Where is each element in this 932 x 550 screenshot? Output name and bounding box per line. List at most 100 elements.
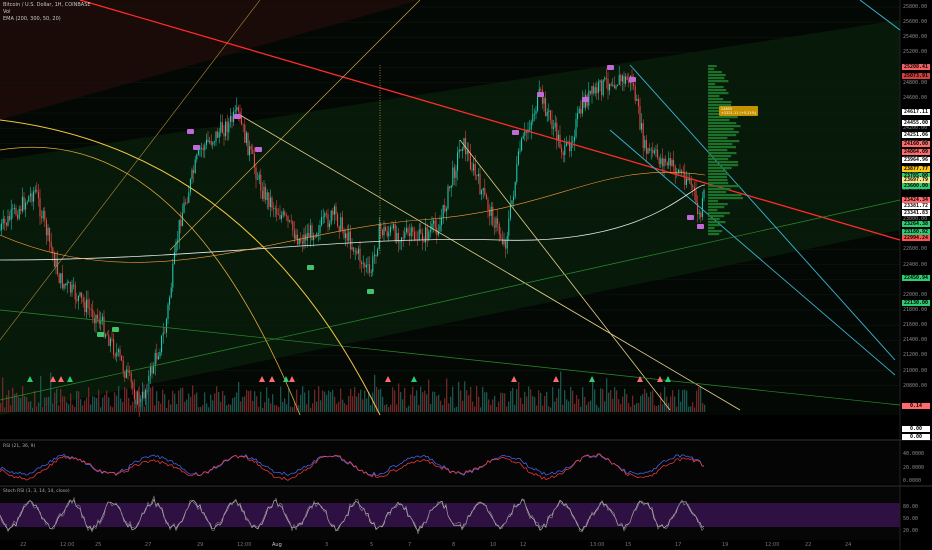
candle-body	[132, 382, 134, 389]
volume-bar	[314, 389, 316, 412]
rsi-tick-2: 0.0000	[903, 478, 922, 484]
candle-body	[100, 320, 102, 324]
candle-body	[109, 338, 111, 346]
candle-body	[607, 78, 609, 91]
volume-bar	[650, 391, 652, 412]
time-tick: 13:00	[590, 542, 605, 548]
volume-bar	[196, 392, 198, 412]
volume-bar	[442, 404, 444, 412]
volume-bar	[356, 396, 358, 412]
volume-bar	[188, 393, 190, 412]
volume-profile-bar	[708, 86, 724, 89]
candle-body	[674, 166, 676, 174]
candle-body	[282, 211, 284, 216]
volume-bar	[340, 388, 342, 412]
time-tick: 8	[452, 542, 456, 548]
volume-bar	[264, 402, 266, 412]
volume-bar	[592, 377, 594, 412]
volume-bar	[628, 403, 630, 412]
volume-bar	[566, 399, 568, 412]
volume-bar	[690, 406, 692, 412]
volume-bar	[558, 388, 560, 412]
candle-body	[658, 157, 660, 165]
signal-label	[582, 97, 589, 102]
candle-body	[413, 232, 415, 240]
volume-bar	[68, 404, 70, 412]
time-tick: 12	[520, 542, 527, 548]
signal-label	[512, 130, 519, 135]
candle-body	[229, 116, 231, 122]
candle-body	[169, 297, 171, 305]
price-tick: 22000.00	[903, 291, 928, 298]
signal-label	[97, 332, 104, 337]
price-tick: 25800.00	[903, 4, 928, 10]
volume-bar	[704, 404, 706, 412]
volume-bar	[464, 381, 466, 412]
candle-body	[388, 232, 390, 237]
candle-body	[13, 207, 15, 209]
time-tick: 24	[845, 542, 852, 548]
time-tick: 27	[145, 542, 152, 548]
volume-bar	[452, 386, 454, 412]
candle-body	[285, 215, 287, 217]
candle-body	[162, 332, 164, 336]
candle-body	[306, 232, 308, 241]
volume-bar	[144, 406, 146, 412]
candle-body	[700, 212, 702, 217]
chart-canvas[interactable]	[0, 0, 932, 550]
candle-body	[324, 213, 326, 217]
volume-bar	[224, 395, 226, 412]
candle-body	[289, 220, 291, 222]
volume-bar	[500, 392, 502, 412]
candle-body	[460, 149, 462, 151]
volume-bar	[166, 407, 168, 412]
candle-body	[97, 314, 99, 319]
signal-label	[629, 77, 636, 82]
price-badge: 24251.06	[902, 132, 930, 138]
volume-bar	[662, 404, 664, 412]
candle-body	[26, 201, 28, 203]
signal-label	[607, 65, 614, 70]
rsi-tick-1: 20.0000	[903, 465, 925, 471]
volume-bar	[696, 390, 698, 412]
volume-bar	[84, 400, 86, 412]
volume-bar	[216, 386, 218, 412]
volume-bar	[678, 389, 680, 412]
volume-bar	[36, 406, 38, 412]
candle-body	[65, 283, 67, 286]
volume-bar	[560, 371, 562, 412]
volume-bar	[404, 387, 406, 412]
volume-bar	[582, 387, 584, 412]
volume-bar	[596, 404, 598, 412]
volume-bar	[12, 387, 14, 412]
candle-body	[401, 237, 403, 242]
candle-body	[604, 77, 606, 80]
candle-body	[101, 316, 103, 321]
candle-body	[481, 190, 483, 195]
candle-body	[477, 173, 479, 177]
price-badge: 23341.83	[902, 210, 930, 216]
volume-bar	[590, 400, 592, 412]
volume-bar	[504, 393, 506, 412]
candle-body	[244, 124, 246, 143]
volume-bar	[170, 404, 172, 412]
candle-body	[617, 85, 619, 87]
candle-body	[620, 75, 622, 82]
candle-body	[317, 233, 319, 234]
volume-bar	[410, 394, 412, 412]
candle-body	[28, 196, 30, 202]
candle-body	[428, 231, 430, 240]
volume-bar	[318, 386, 320, 412]
volume-bar	[16, 392, 18, 412]
volume-bar	[700, 386, 702, 412]
candle-body	[377, 249, 379, 256]
volume-bar	[486, 392, 488, 412]
price-info-change: +1221.11 (+5.21%)	[721, 111, 757, 115]
signal-label	[687, 215, 694, 220]
candle-body	[703, 189, 705, 199]
price-tick: 21200.00	[903, 352, 928, 359]
candle-body	[612, 84, 614, 86]
candle-body	[221, 122, 223, 133]
candle-body	[92, 309, 94, 318]
candle-body	[580, 108, 582, 114]
